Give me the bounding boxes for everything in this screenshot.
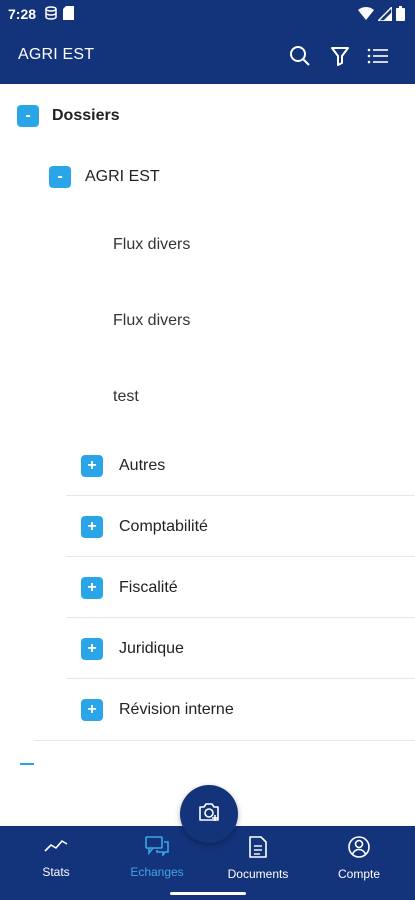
nav-stats[interactable]: Stats (6, 836, 106, 879)
expand-toggle[interactable]: + (81, 455, 103, 477)
tree-root-label: Dossiers (52, 107, 120, 124)
nav-compte[interactable]: Compte (309, 836, 409, 881)
status-time: 7:28 (8, 6, 37, 22)
folder-tree: - Dossiers - AGRI EST Flux divers Flux d… (0, 84, 415, 826)
divider (66, 678, 415, 679)
status-bar: 7:28 (0, 0, 415, 28)
signal-icon (376, 4, 393, 26)
collapse-toggle-partial[interactable] (20, 763, 34, 765)
tree-folder-label: Juridique (119, 640, 184, 657)
tree-root-dossiers[interactable]: - Dossiers (17, 105, 120, 127)
document-icon (249, 836, 267, 861)
list-icon[interactable] (366, 44, 390, 68)
nav-label: Documents (227, 867, 289, 881)
search-icon[interactable] (288, 44, 312, 68)
chat-icon (145, 836, 169, 859)
tree-folder-label: Fiscalité (119, 579, 178, 596)
nav-documents[interactable]: Documents (208, 836, 308, 881)
wifi-icon (358, 6, 374, 26)
tree-folder-fiscalite[interactable]: + Fiscalité (81, 577, 178, 599)
nav-echanges[interactable]: Echanges (107, 836, 207, 879)
expand-toggle[interactable]: + (81, 577, 103, 599)
expand-toggle[interactable]: + (81, 699, 103, 721)
tree-leaf-flux-divers-1[interactable]: Flux divers (113, 236, 190, 254)
camera-plus-icon (197, 801, 221, 828)
divider (66, 556, 415, 557)
tree-node-company[interactable]: - AGRI EST (49, 166, 160, 188)
tree-folder-label: Autres (119, 457, 166, 474)
home-indicator (170, 892, 246, 895)
divider (34, 740, 415, 741)
app-bar: AGRI EST (0, 28, 415, 84)
divider (66, 495, 415, 496)
database-icon (45, 6, 57, 25)
nav-label: Compte (337, 867, 381, 881)
filter-icon[interactable] (328, 44, 352, 68)
expand-toggle[interactable]: + (81, 516, 103, 538)
tree-leaf-test[interactable]: test (113, 388, 139, 406)
tree-folder-juridique[interactable]: + Juridique (81, 638, 184, 660)
app-title: AGRI EST (18, 46, 95, 63)
tree-leaf-flux-divers-2[interactable]: Flux divers (113, 312, 190, 330)
nav-label: Stats (42, 865, 70, 879)
collapse-toggle[interactable]: - (49, 166, 71, 188)
trend-line-icon (44, 836, 68, 859)
camera-upload-button[interactable] (180, 785, 238, 843)
sd-card-icon (63, 6, 74, 25)
expand-toggle[interactable]: + (81, 638, 103, 660)
battery-icon (396, 6, 405, 26)
tree-folder-autres[interactable]: + Autres (81, 455, 165, 477)
nav-label: Echanges (130, 865, 184, 879)
tree-node-label: AGRI EST (85, 168, 160, 185)
account-icon (348, 836, 370, 861)
tree-folder-comptabilite[interactable]: + Comptabilité (81, 516, 208, 538)
tree-folder-revision-interne[interactable]: + Révision interne (81, 699, 234, 721)
tree-folder-label: Comptabilité (119, 518, 208, 535)
tree-folder-label: Révision interne (119, 701, 234, 718)
divider (66, 617, 415, 618)
collapse-toggle[interactable]: - (17, 105, 39, 127)
